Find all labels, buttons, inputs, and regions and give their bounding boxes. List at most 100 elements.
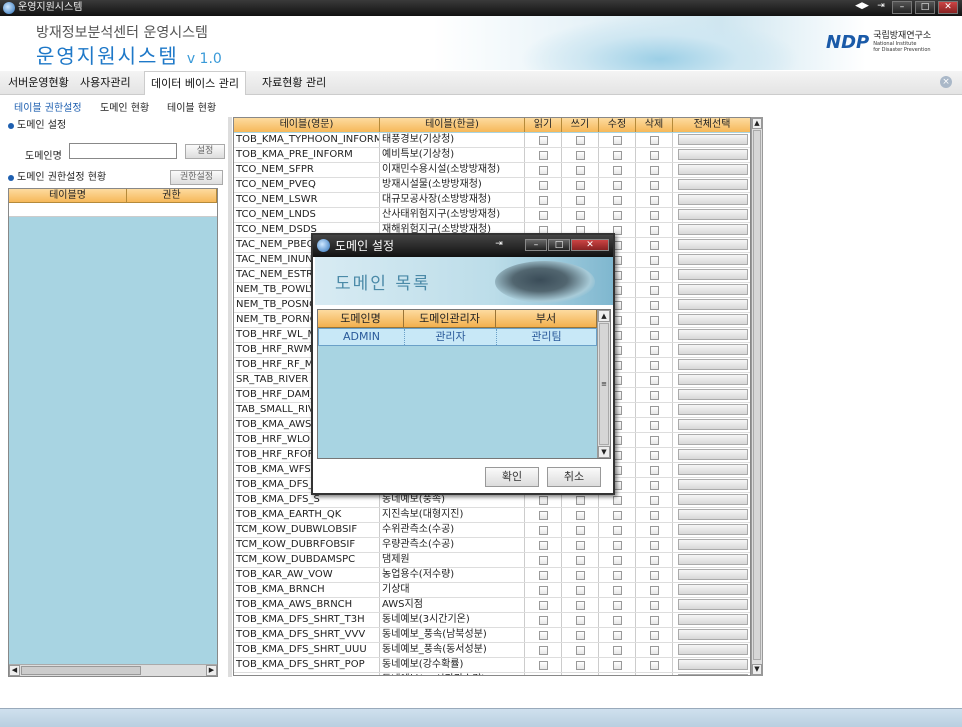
delete-checkbox[interactable] [649, 615, 659, 625]
select-all-button[interactable] [677, 149, 748, 160]
table-row[interactable]: TOB_KAR_AW_VOW 농업용수(저수량) [234, 568, 750, 583]
select-all-button[interactable] [677, 434, 748, 445]
write-checkbox[interactable] [575, 540, 585, 550]
write-checkbox[interactable] [575, 525, 585, 535]
select-all-button[interactable] [677, 269, 748, 280]
close-button[interactable]: ✕ [938, 1, 958, 14]
horizontal-scrollbar[interactable]: ◀ ▶ [9, 664, 217, 676]
delete-checkbox[interactable] [649, 375, 659, 385]
select-all-button[interactable] [677, 479, 748, 490]
select-all-button[interactable] [677, 419, 748, 430]
modify-checkbox[interactable] [612, 540, 622, 550]
table-row[interactable]: TCO_NEM_SFPR 이재민수용시설(소방방재청) [234, 163, 750, 178]
write-checkbox[interactable] [575, 660, 585, 670]
vertical-scrollbar[interactable]: ▲ ▼ [751, 117, 763, 676]
table-row[interactable]: TOB_KMA_DFS_S 동네예보(풍속) [234, 493, 750, 508]
select-all-button[interactable] [677, 509, 748, 520]
select-all-button[interactable] [677, 239, 748, 250]
modify-checkbox[interactable] [612, 210, 622, 220]
delete-checkbox[interactable] [649, 450, 659, 460]
select-all-button[interactable] [677, 464, 748, 475]
col-domain-admin[interactable]: 도메인관리자 [404, 310, 496, 327]
write-checkbox[interactable] [575, 135, 585, 145]
modify-checkbox[interactable] [612, 555, 622, 565]
select-all-button[interactable] [677, 359, 748, 370]
modify-checkbox[interactable] [612, 630, 622, 640]
col-table-english[interactable]: 테이블(영문) [234, 118, 380, 132]
select-all-button[interactable] [677, 584, 748, 595]
select-all-button[interactable] [677, 254, 748, 265]
modify-checkbox[interactable] [612, 645, 622, 655]
table-row[interactable]: TCO_NEM_LSWR 대규모공사장(소방방재청) [234, 193, 750, 208]
read-checkbox[interactable] [538, 555, 548, 565]
col-table-korean[interactable]: 테이블(한글) [380, 118, 525, 132]
scroll-right-icon[interactable]: ▶ [206, 665, 217, 676]
delete-checkbox[interactable] [649, 195, 659, 205]
delete-checkbox[interactable] [649, 420, 659, 430]
delete-checkbox[interactable] [649, 435, 659, 445]
modify-checkbox[interactable] [612, 600, 622, 610]
read-checkbox[interactable] [538, 165, 548, 175]
table-row[interactable]: TOB_KMA_PRE_INFORM 예비특보(기상청) [234, 148, 750, 163]
read-checkbox[interactable] [538, 180, 548, 190]
delete-checkbox[interactable] [649, 285, 659, 295]
select-all-button[interactable] [677, 524, 748, 535]
select-all-button[interactable] [677, 554, 748, 565]
scroll-left-icon[interactable]: ◀ [9, 665, 20, 676]
submenu-table-permission[interactable]: 테이블 권한설정 [14, 99, 82, 114]
set-button[interactable]: 설정 [185, 144, 225, 159]
read-checkbox[interactable] [538, 150, 548, 160]
select-all-button[interactable] [677, 599, 748, 610]
scroll-up-icon[interactable]: ▲ [752, 118, 762, 129]
write-checkbox[interactable] [575, 585, 585, 595]
restore-icon[interactable]: ⇥ [873, 1, 889, 14]
read-checkbox[interactable] [538, 135, 548, 145]
delete-checkbox[interactable] [649, 180, 659, 190]
table-row[interactable]: TOB_KMA_DFS_SHRT_UUU 동네예보_풍속(동서성분) [234, 643, 750, 658]
write-checkbox[interactable] [575, 180, 585, 190]
delete-checkbox[interactable] [649, 495, 659, 505]
table-row[interactable]: TCM_KOW_DUBWLOBSIF 수위관측소(수공) [234, 523, 750, 538]
scroll-thumb[interactable] [753, 130, 761, 660]
read-checkbox[interactable] [538, 540, 548, 550]
delete-checkbox[interactable] [649, 645, 659, 655]
delete-checkbox[interactable] [649, 510, 659, 520]
modify-checkbox[interactable] [612, 570, 622, 580]
write-checkbox[interactable] [575, 150, 585, 160]
delete-checkbox[interactable] [649, 660, 659, 670]
delete-checkbox[interactable] [649, 585, 659, 595]
submenu-domain-status[interactable]: 도메인 현황 [100, 99, 149, 114]
close-tab-icon[interactable]: × [940, 76, 952, 88]
read-checkbox[interactable] [538, 510, 548, 520]
select-all-button[interactable] [677, 224, 748, 235]
table-row[interactable]: TCM_KOW_DUBDAMSPC 댐제원 [234, 553, 750, 568]
delete-checkbox[interactable] [649, 150, 659, 160]
delete-checkbox[interactable] [649, 315, 659, 325]
select-all-button[interactable] [677, 344, 748, 355]
col-modify[interactable]: 수정 [599, 118, 636, 132]
read-checkbox[interactable] [538, 195, 548, 205]
select-all-button[interactable] [677, 494, 748, 505]
delete-checkbox[interactable] [649, 570, 659, 580]
col-domain-name[interactable]: 도메인명 [318, 310, 404, 327]
select-all-button[interactable] [677, 314, 748, 325]
scroll-down-icon[interactable]: ▼ [598, 446, 610, 458]
table-row[interactable] [9, 203, 217, 217]
read-checkbox[interactable] [538, 495, 548, 505]
menu-data-status[interactable]: 자료현황 관리 [256, 71, 332, 95]
write-checkbox[interactable] [576, 676, 585, 677]
permission-set-button[interactable]: 권한설정 [170, 170, 223, 185]
write-checkbox[interactable] [575, 495, 585, 505]
table-row[interactable]: TCO_NEM_LNDS 산사태위험지구(소방방재청) [234, 208, 750, 223]
ok-button[interactable]: 확인 [485, 467, 539, 487]
col-write[interactable]: 쓰기 [562, 118, 599, 132]
table-row[interactable]: TOB_KMA_DFS_SHRT_VVV 동네예보_풍속(남북성분) [234, 628, 750, 643]
delete-checkbox[interactable] [649, 330, 659, 340]
modify-checkbox[interactable] [612, 510, 622, 520]
select-all-button[interactable] [677, 629, 748, 640]
menu-database-management[interactable]: 데이터 베이스 관리 [144, 71, 246, 95]
scroll-down-icon[interactable]: ▼ [752, 664, 762, 675]
read-checkbox[interactable] [538, 210, 548, 220]
select-all-button[interactable] [677, 389, 748, 400]
modify-checkbox[interactable] [612, 165, 622, 175]
